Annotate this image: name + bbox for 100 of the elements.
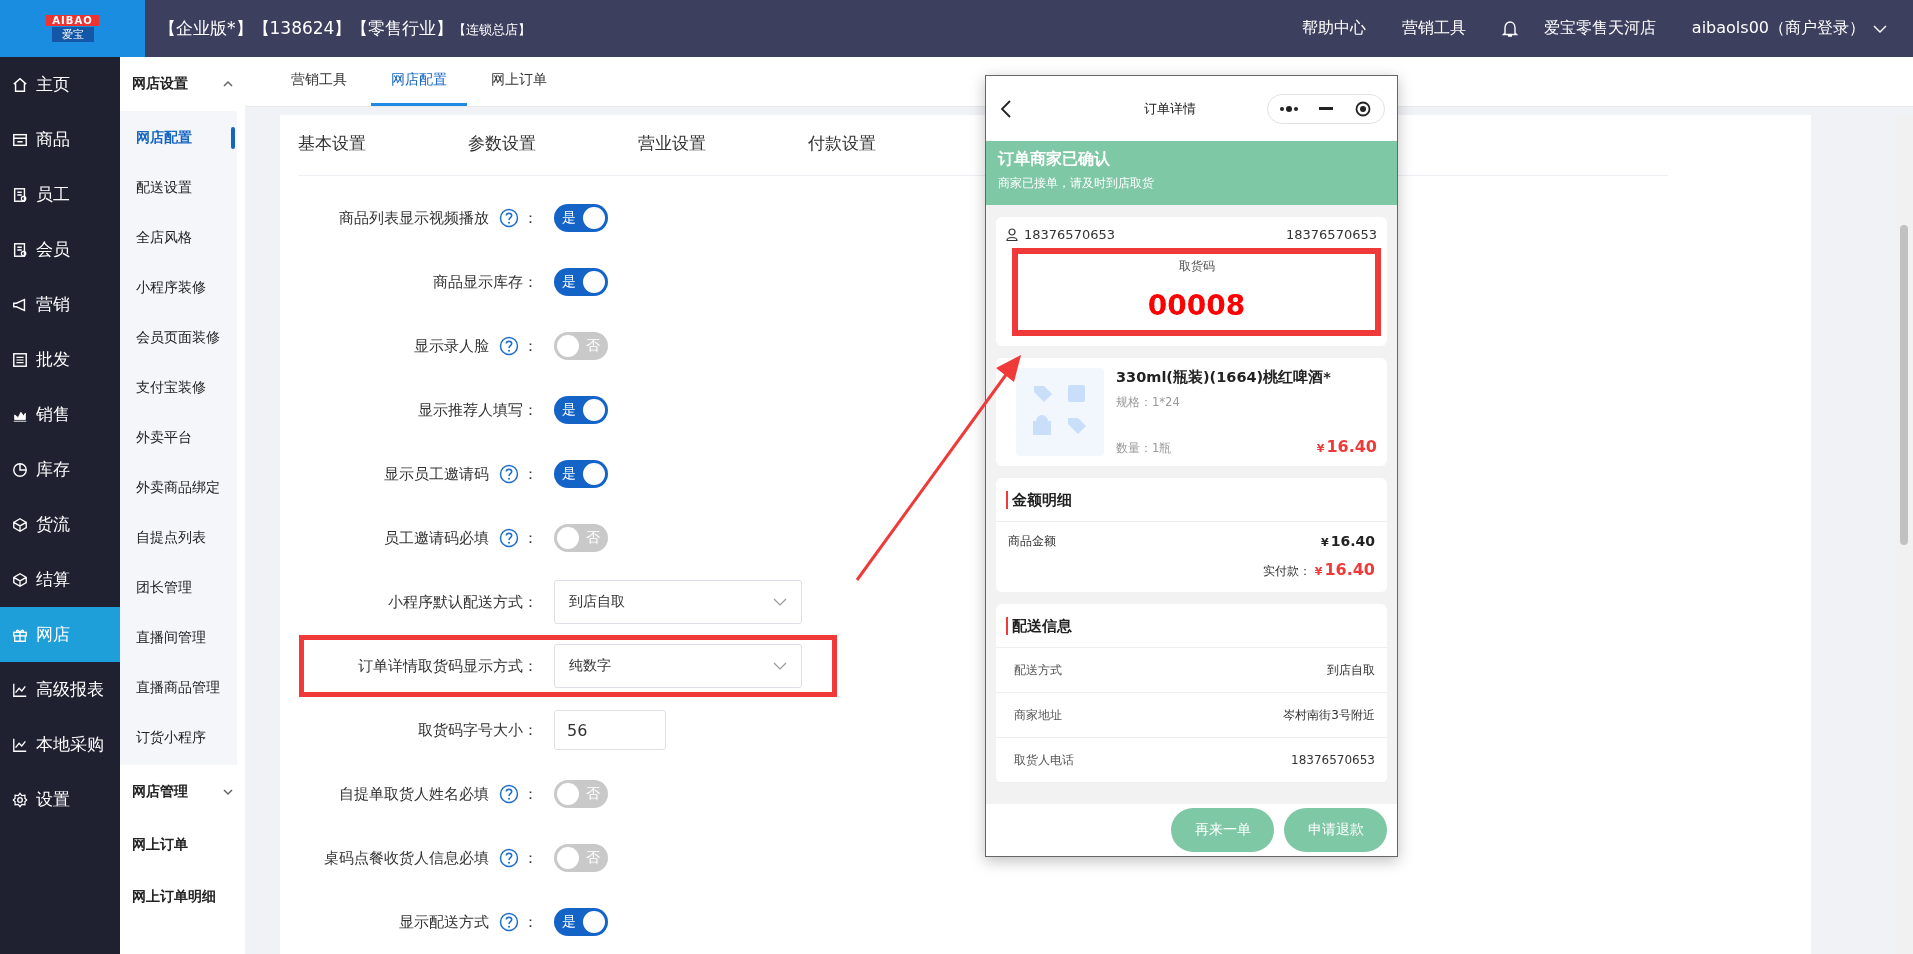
help-icon[interactable]	[499, 528, 519, 548]
store-icon	[12, 131, 28, 148]
list-icon	[12, 351, 28, 368]
nav-item[interactable]: 本地采购	[0, 717, 120, 772]
nav-item[interactable]: 货流	[0, 497, 120, 552]
settings-tab[interactable]: 付款设置	[808, 115, 978, 175]
header-link[interactable]: 帮助中心	[1301, 18, 1366, 39]
info-value: 岑村南街3号附近	[1283, 706, 1375, 724]
person-icon	[1006, 228, 1018, 241]
paid-value: ¥16.40	[1314, 560, 1375, 579]
toggle-switch[interactable]: 是	[554, 396, 608, 424]
product-spec: 规格：1*24	[1116, 395, 1181, 410]
input-field[interactable]: 56	[554, 710, 666, 750]
cube-icon	[12, 571, 28, 588]
submenu-link[interactable]: 网上订单	[120, 819, 245, 871]
help-icon[interactable]	[499, 336, 519, 356]
nav-item[interactable]: 设置	[0, 772, 120, 827]
chevron-down-icon	[773, 662, 787, 670]
colon: ：	[523, 208, 538, 228]
page-tab[interactable]: 网店配置	[371, 57, 467, 106]
line-chart-icon	[12, 681, 28, 698]
submenu-item[interactable]: 会员页面装修	[120, 313, 237, 363]
contact-name: 18376570653	[1024, 227, 1115, 242]
help-icon[interactable]	[499, 912, 519, 932]
submenu-item[interactable]: 全店风格	[120, 213, 237, 263]
help-icon[interactable]	[499, 208, 519, 228]
pickup-label: 取货码	[1178, 258, 1215, 275]
info-value: 18376570653	[1291, 753, 1375, 767]
colon: ：	[523, 336, 538, 356]
chevron-down-icon[interactable]	[1873, 23, 1887, 34]
settings-tab[interactable]: 营业设置	[638, 115, 808, 175]
toggle-switch[interactable]: 是	[554, 908, 608, 936]
toggle-switch[interactable]: 是	[554, 268, 608, 296]
page-tab[interactable]: 网上订单	[471, 57, 567, 106]
submenu-item[interactable]: 直播商品管理	[120, 663, 237, 713]
product-name: 330ml(瓶装)(1664)桃红啤酒*	[1116, 368, 1332, 387]
nav-item[interactable]: 批发	[0, 332, 120, 387]
contact-phone: 18376570653	[1286, 227, 1377, 242]
nav-item[interactable]: 商品	[0, 112, 120, 167]
nav-item[interactable]: 营销	[0, 277, 120, 332]
amount-value: ¥16.40	[1321, 533, 1375, 549]
settings-tab[interactable]: 参数设置	[468, 115, 638, 175]
toggle-switch[interactable]: 是	[554, 460, 608, 488]
select-field[interactable]: 到店自取	[554, 580, 802, 624]
colon: ：	[523, 656, 538, 676]
submenu-item[interactable]: 自提点列表	[120, 513, 237, 563]
submenu-item[interactable]: 配送设置	[120, 163, 237, 213]
select-field[interactable]: 纯数字	[554, 644, 802, 688]
field-label: 商品显示库存	[433, 272, 523, 292]
paid-label: 实付款：	[1262, 563, 1311, 580]
nav-item[interactable]: 销售	[0, 387, 120, 442]
bell-icon[interactable]	[1501, 19, 1518, 38]
help-icon[interactable]	[499, 464, 519, 484]
settings-tab[interactable]: 基本设置	[298, 115, 468, 175]
nav-item[interactable]: 结算	[0, 552, 120, 607]
back-icon[interactable]	[1000, 98, 1012, 119]
toggle-switch[interactable]: 是	[554, 204, 608, 232]
pickup-code: 00008	[1147, 289, 1246, 322]
help-icon[interactable]	[499, 848, 519, 868]
submenu-item[interactable]: 网店配置	[120, 113, 237, 163]
field-label: 取货码字号大小	[418, 720, 523, 740]
submenu-item[interactable]: 订货小程序	[120, 713, 237, 763]
colon: ：	[523, 528, 538, 548]
pie-chart-icon	[12, 461, 28, 478]
colon: ：	[523, 464, 538, 484]
field-label: 员工邀请码必填	[384, 528, 489, 548]
submenu-item[interactable]: 外卖商品绑定	[120, 463, 237, 513]
field-label: 显示员工邀请码	[384, 464, 489, 484]
field-label: 显示配送方式	[399, 912, 489, 932]
help-icon[interactable]	[499, 784, 519, 804]
submenu-link[interactable]: 网上订单明细	[120, 871, 245, 923]
nav-item[interactable]: 高级报表	[0, 662, 120, 717]
info-label: 取货人电话	[1014, 751, 1074, 769]
nav-item[interactable]: 员工	[0, 167, 120, 222]
field-label: 商品列表显示视频播放	[339, 208, 489, 228]
submenu-item[interactable]: 直播间管理	[120, 613, 237, 663]
submenu-group[interactable]: 网店设置	[120, 57, 245, 111]
nav-item[interactable]: 库存	[0, 442, 120, 497]
account-menu[interactable]: aibaols00（商户登录）	[1691, 18, 1865, 39]
field-label: 自提单取货人姓名必填	[339, 784, 489, 804]
submenu-item[interactable]: 外卖平台	[120, 413, 237, 463]
field-label: 桌码点餐收货人信息必填	[324, 848, 489, 868]
page-tab[interactable]: 营销工具	[271, 57, 367, 106]
chevron-up-icon	[223, 80, 233, 88]
logo: AIBAO 爱宝	[0, 0, 145, 57]
field-label: 小程序默认配送方式	[388, 592, 523, 612]
nav-item[interactable]: 会员	[0, 222, 120, 277]
store-name[interactable]: 爱宝零售天河店	[1543, 18, 1656, 39]
submenu-item[interactable]: 支付宝装修	[120, 363, 237, 413]
submenu-item[interactable]: 团长管理	[120, 563, 237, 613]
colon: ：	[523, 272, 538, 292]
info-label: 配送方式	[1014, 661, 1062, 679]
header-link[interactable]: 营销工具	[1401, 18, 1466, 39]
nav-item[interactable]: 主页	[0, 57, 120, 112]
section-title: 金额明细	[1006, 490, 1072, 509]
submenu-item[interactable]: 小程序装修	[120, 263, 237, 313]
scrollbar[interactable]	[1895, 115, 1913, 954]
submenu-group[interactable]: 网店管理	[120, 765, 245, 819]
settings-icon	[12, 791, 28, 808]
colon: ：	[523, 720, 538, 740]
